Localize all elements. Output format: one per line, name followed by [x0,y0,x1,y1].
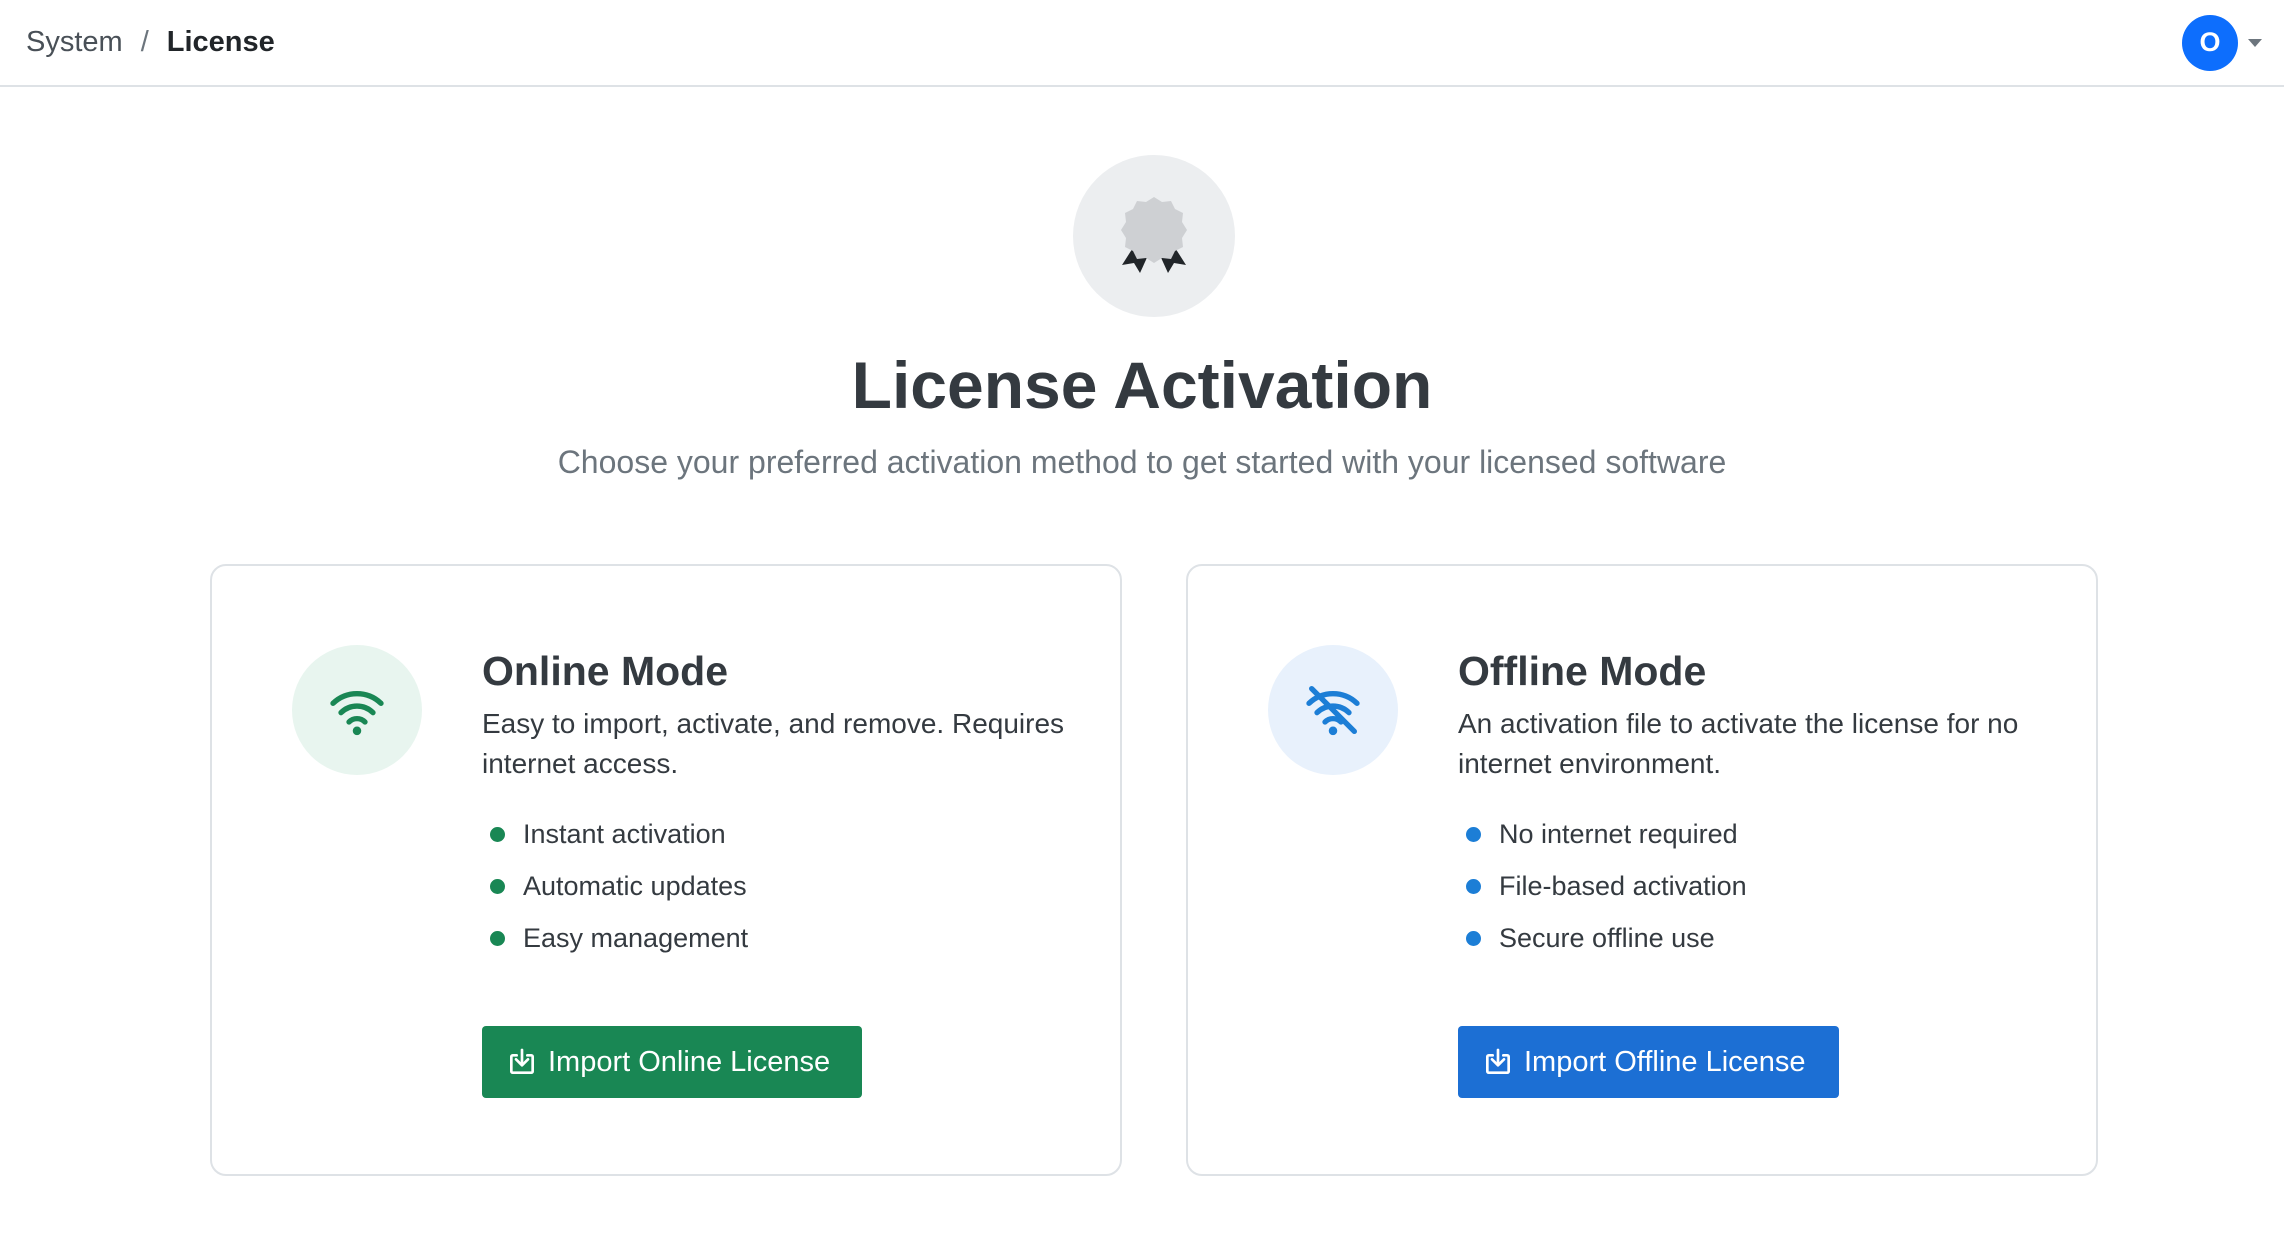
feature-list: No internet required File-based activati… [1458,808,2058,964]
list-item: Easy management [482,912,1082,964]
feature-label: Instant activation [523,818,726,849]
bullet-dot-icon [490,930,505,946]
card-title: Online Mode [482,648,728,694]
bullet-dot-icon [1466,930,1481,946]
feature-list: Instant activation Automatic updates Eas… [482,808,1082,964]
import-online-license-button[interactable]: Import Online License [482,1026,862,1098]
bullet-dot-icon [1466,826,1481,842]
card-description: Easy to import, activate, and remove. Re… [482,708,1065,779]
feature-label: No internet required [1499,818,1738,849]
card-title: Offline Mode [1458,648,1707,694]
list-item: Secure offline use [1458,912,2058,964]
wifi-off-icon [1268,645,1398,775]
page-title: License Activation [851,348,1433,422]
breadcrumb: System / License [26,0,275,85]
certificate-badge-icon [1073,155,1235,317]
feature-label: Secure offline use [1499,922,1715,953]
user-menu-toggle[interactable]: O [2182,14,2262,71]
online-mode-content: Online Mode Easy to import, activate, an… [482,646,1082,964]
online-mode-card: Online Mode Easy to import, activate, an… [210,564,1122,1176]
list-item: Instant activation [482,808,1082,860]
wifi-icon [292,645,422,775]
import-offline-license-button[interactable]: Import Offline License [1458,1026,1839,1098]
bullet-dot-icon [1466,878,1481,894]
page-subtitle: Choose your preferred activation method … [557,444,1727,480]
download-icon [1486,1048,1510,1074]
button-label[interactable]: Import Offline License [1524,1046,1806,1079]
list-item: File-based activation [1458,860,2058,912]
list-item: Automatic updates [482,860,1082,912]
chevron-down-icon[interactable] [2248,38,2262,47]
download-icon [510,1048,534,1074]
breadcrumb-item-system[interactable]: System [26,26,123,59]
card-description: An activation file to activate the licen… [1458,708,2019,779]
offline-mode-content: Offline Mode An activation file to activ… [1458,646,2058,964]
offline-mode-card: Offline Mode An activation file to activ… [1186,564,2098,1176]
top-navbar: System / License O [0,0,2284,87]
button-label[interactable]: Import Online License [548,1046,830,1079]
breadcrumb-separator: / [140,26,149,58]
breadcrumb-item-license: License [166,26,275,58]
bullet-dot-icon [490,826,505,842]
feature-label: Automatic updates [523,870,747,901]
feature-label: Easy management [523,922,749,953]
feature-label: File-based activation [1499,870,1747,901]
avatar[interactable]: O [2182,14,2238,71]
bullet-dot-icon [490,878,505,894]
list-item: No internet required [1458,808,2058,860]
